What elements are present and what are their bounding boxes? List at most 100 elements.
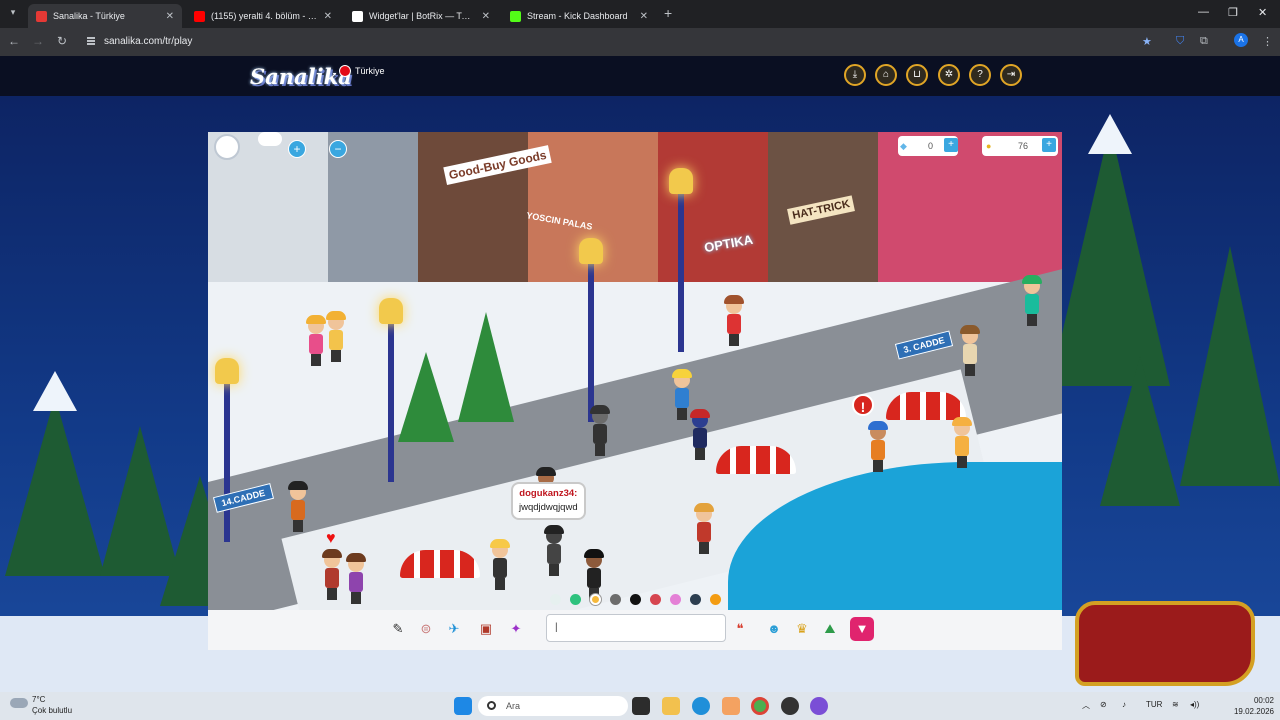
new-tab-button[interactable]: + [664,5,672,21]
address-bar[interactable]: sanalika.com/tr/play [80,31,1260,53]
avatar[interactable] [960,325,980,376]
avatar[interactable] [326,311,346,362]
start-icon[interactable] [454,697,472,715]
tab-title: Sanalika - Türkiye [53,11,125,21]
zoom-out-button[interactable]: − [329,140,347,158]
color-dot[interactable] [710,594,721,605]
avatar[interactable] [490,539,510,590]
chrome-icon[interactable] [751,697,769,715]
backpack-icon[interactable]: ▣ [474,617,498,641]
network-off-icon[interactable]: ⊘ [1100,700,1107,709]
temperature: 7°C [32,695,46,704]
clock[interactable]: 00:02 19.02.2026 [1220,695,1274,717]
tab-sanalika[interactable]: Sanalika - Türkiye ✕ [28,4,182,28]
close-tab-icon[interactable]: ✕ [640,11,648,22]
reload-icon[interactable]: ↻ [54,34,70,48]
diamond-counter: ◆ 0 + [898,136,958,156]
forward-icon[interactable]: → [30,34,46,48]
player-avatar[interactable] [214,134,240,160]
avatar[interactable] [590,405,610,456]
avatar[interactable] [672,369,692,420]
pine-tree [1180,246,1280,486]
close-window-button[interactable]: ✕ [1258,6,1267,19]
avatar[interactable] [584,549,604,600]
map-icon[interactable]: ⛰ [818,617,842,641]
close-tab-icon[interactable]: ✕ [482,11,490,22]
snow-cap [1088,114,1132,154]
obs-icon[interactable] [781,697,799,715]
pen-icon[interactable]: ✎ [386,617,410,641]
buy-coin-button[interactable]: + [1042,138,1056,152]
home-icon[interactable]: ⌂ [875,64,897,86]
download-icon[interactable]: ⤓ [844,64,866,86]
logout-icon[interactable]: ⇥ [1000,64,1022,86]
zoom-in-button[interactable]: + [288,140,306,158]
gear-icon[interactable]: ✲ [938,64,960,86]
tab-botrix[interactable]: Widget'lar | BotRix — Twitch, Kick ✕ [344,4,498,28]
color-dot-selected[interactable] [590,594,601,605]
tab-youtube[interactable]: (1155) yeralti 4. bölüm - YouTube ✕ [186,4,340,28]
avatar[interactable] [694,503,714,554]
site-info-icon[interactable] [86,36,96,46]
wallet-icon[interactable]: ⊜ [414,617,438,641]
task-view-icon[interactable] [632,697,650,715]
color-dot[interactable] [630,594,641,605]
emote-icon[interactable]: ✦ [504,617,528,641]
file-explorer-icon[interactable] [662,697,680,715]
help-icon[interactable]: ? [969,64,991,86]
copilot-icon[interactable] [722,697,740,715]
diamond-icon: ◆ [900,141,907,151]
extension-shield-icon[interactable]: ⛉ [1176,35,1184,48]
avatar[interactable] [952,417,972,468]
avatar[interactable] [306,315,326,366]
trophy-icon[interactable]: ♛ [790,617,814,641]
avatar[interactable] [724,295,744,346]
close-tab-icon[interactable]: ✕ [166,11,174,22]
back-icon[interactable]: ← [6,34,22,48]
menu-down-icon[interactable]: ▼ [850,617,874,641]
extensions-icon[interactable]: ⧉ [1200,35,1208,48]
taskbar-search[interactable]: Ara [478,696,628,716]
sanalika-logo[interactable]: Sanalika [250,64,352,89]
avatar[interactable] [1022,275,1042,326]
chat-input[interactable]: | [546,614,726,642]
avatar[interactable] [346,553,366,604]
volume-icon[interactable]: ◂)) [1190,700,1199,709]
language-indicator[interactable]: TUR [1146,700,1162,709]
minimize-button[interactable]: — [1198,6,1209,18]
avatar[interactable] [690,409,710,460]
avatar[interactable] [322,549,342,600]
edge-icon[interactable] [692,697,710,715]
color-dot[interactable] [570,594,581,605]
dance-icon[interactable]: ✈ [442,617,466,641]
pine-tree [1100,356,1180,506]
avatar[interactable] [288,481,308,532]
mic-icon[interactable]: ♪ [1122,700,1126,709]
color-dot[interactable] [650,594,661,605]
color-dot[interactable] [670,594,681,605]
tab-search-icon[interactable]: ▾ [6,7,20,21]
wifi-icon[interactable]: ≋ [1172,700,1179,709]
color-dot[interactable] [610,594,621,605]
pet-icon[interactable]: ☻ [762,617,786,641]
avatar[interactable] [544,525,564,576]
bookmark-star-icon[interactable]: ★ [1142,35,1152,48]
cart-icon[interactable]: ⊔ [906,64,928,86]
close-tab-icon[interactable]: ✕ [324,11,332,22]
chat-bubble-icon[interactable]: ❝ [728,617,752,641]
color-dot[interactable] [690,594,701,605]
avatar[interactable] [868,421,888,472]
game-canvas[interactable]: Good-Buy Goods YOSCIN PALAS OPTIKA HAT-T… [208,132,1062,610]
app-icon[interactable] [810,697,828,715]
thought-bubble-icon[interactable] [258,132,282,146]
weather-widget[interactable]: 7°C Çok bulutlu [10,694,72,716]
restore-button[interactable]: ❐ [1228,6,1238,19]
tray-chevron-icon[interactable]: ︿ [1082,700,1090,711]
profile-avatar[interactable]: A [1234,33,1248,47]
tab-kick[interactable]: Stream - Kick Dashboard ✕ [502,4,656,28]
buy-diamond-button[interactable]: + [944,138,958,152]
kebab-menu-icon[interactable]: ⋮ [1262,35,1273,48]
alert-icon[interactable]: ! [852,394,874,416]
clock-date: 19.02.2026 [1233,707,1274,716]
color-dot[interactable] [550,594,561,605]
